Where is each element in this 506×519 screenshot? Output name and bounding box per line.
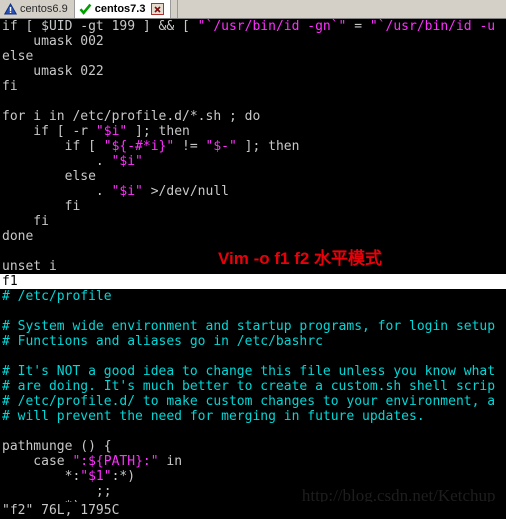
code-span: fi [2,79,18,94]
code-span: else [2,49,34,64]
vim-command-line[interactable]: "f2" 76L, 1795C [0,502,506,519]
code-span: "$-" [205,139,237,154]
code-span: done [2,229,34,244]
code-span: umask 002 [2,34,104,49]
code-span: # are doing. It's much better to create … [2,379,496,394]
code-span: fi [2,214,49,229]
code-span: # It's NOT a good idea to change this fi… [2,364,496,379]
code-line: umask 022 [0,64,506,79]
code-line: . "$i" [0,154,506,169]
code-span: "$i" [111,154,143,169]
code-line: else [0,49,506,64]
tab-centos7-3[interactable]: centos7.3 [74,0,172,18]
code-line: pathmunge () { [0,439,506,454]
code-span: *: [2,469,81,484]
code-span: "$1" [80,469,112,484]
terminal-tab-bar: centos6.9 centos7.3 [0,0,506,19]
code-span: fi [2,199,81,214]
code-span: for i in /etc/profile.d/*.sh ; do [2,109,261,124]
code-line: done [0,229,506,244]
code-line: # /etc/profile [0,289,506,304]
code-line: else [0,169,506,184]
code-line: # It's NOT a good idea to change this fi… [0,364,506,379]
vim-window-bottom-f2[interactable]: # /etc/profile # System wide environment… [0,289,506,519]
code-span: else [2,169,96,184]
code-line: case ":${PATH}:" in [0,454,506,469]
code-span: unset i [2,259,57,274]
check-mark-icon [79,3,92,15]
code-span: :*) [111,469,136,484]
code-span: >/dev/null [142,184,229,199]
code-line: if [ -r "$i" ]; then [0,124,506,139]
tab-bar-empty-area [178,0,506,18]
code-span: if [ [2,139,104,154]
code-span: if [ $UID -gt 199 ] && [ [2,19,198,34]
code-span: . [2,154,112,169]
tab-centos6-9[interactable]: centos6.9 [0,0,75,18]
tab-label: centos6.9 [20,3,68,15]
code-span: "$i" [95,124,128,139]
code-span: != [174,139,206,154]
code-span: if [ -r [2,124,96,139]
tab-bar-gap [171,0,179,18]
code-line: # will prevent the need for merging in f… [0,409,506,424]
code-span: pathmunge () { [2,439,112,454]
code-span: ;; [2,484,112,499]
code-span: "`/usr/bin/id -u [369,19,496,34]
code-span: "${-#*i}" [103,139,175,154]
code-span: # Functions and aliases go in /etc/bashr… [2,334,323,349]
code-span: case [2,454,73,469]
code-span: # /etc/profile [2,289,112,304]
code-span: # /etc/profile.d/ to make custom changes… [2,394,496,409]
code-span: . [2,184,112,199]
code-line: fi [0,214,506,229]
code-line: for i in /etc/profile.d/*.sh ; do [0,109,506,124]
warning-triangle-icon [4,3,17,15]
tab-label: centos7.3 [94,3,146,15]
code-line: # /etc/profile.d/ to make custom changes… [0,394,506,409]
terminal-screen[interactable]: if [ $UID -gt 199 ] && [ "`/usr/bin/id -… [0,19,506,519]
code-line: umask 002 [0,34,506,49]
code-line: # are doing. It's much better to create … [0,379,506,394]
code-span: ":${PATH}:" [72,454,159,469]
code-span: umask 022 [2,64,104,79]
code-span: # will prevent the need for merging in f… [2,409,425,424]
code-line: *:"$1":*) [0,469,506,484]
code-span: = [346,19,370,34]
code-span: in [158,454,183,469]
code-line: fi [0,199,506,214]
vim-statusline-f1: f1 [0,274,506,289]
code-line: fi [0,79,506,94]
code-span: # System wide environment and startup pr… [2,319,496,334]
code-span: "`/usr/bin/id -gn`" [197,19,347,34]
code-line: # Functions and aliases go in /etc/bashr… [0,334,506,349]
code-line: # System wide environment and startup pr… [0,319,506,334]
code-line: . "$i" >/dev/null [0,184,506,199]
annotation-text: Vim -o f1 f2 水平模式 [218,249,383,268]
close-icon[interactable] [151,3,165,15]
code-line: if [ $UID -gt 199 ] && [ "`/usr/bin/id -… [0,19,506,34]
code-span: "$i" [111,184,143,199]
code-span: ]; then [236,139,300,154]
code-line: if [ "${-#*i}" != "$-" ]; then [0,139,506,154]
code-span: ]; then [127,124,190,139]
